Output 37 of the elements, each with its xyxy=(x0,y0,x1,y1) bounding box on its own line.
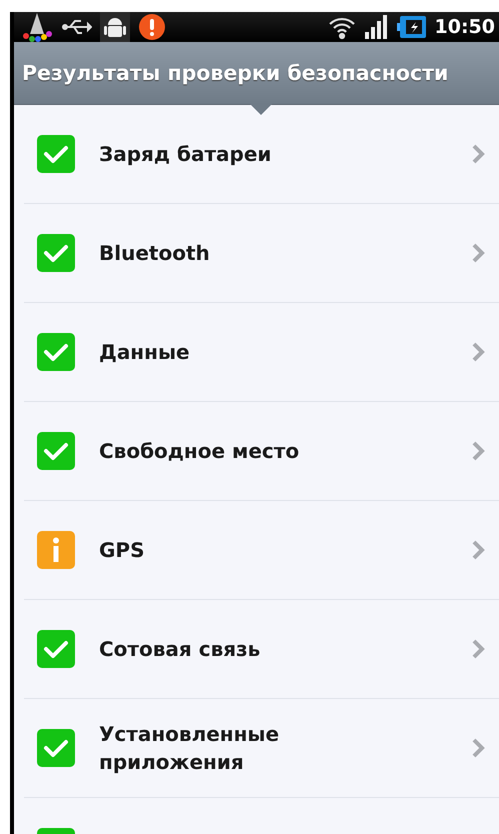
result-label: Установленные приложения xyxy=(99,721,280,776)
check-icon xyxy=(37,333,75,371)
screen-title: Результаты проверки безопасности xyxy=(21,60,450,87)
chevron-right-icon xyxy=(471,440,485,462)
result-row[interactable]: Данные xyxy=(24,303,499,402)
result-row[interactable]: Свободное место xyxy=(24,402,499,501)
check-icon xyxy=(37,234,75,272)
result-row[interactable]: Сотовая связь xyxy=(24,600,499,699)
signal-icon xyxy=(364,15,389,39)
result-row[interactable]: GPS xyxy=(24,501,499,600)
chevron-right-icon xyxy=(471,143,485,165)
info-icon xyxy=(37,531,75,569)
result-row[interactable]: Заряд батареи xyxy=(24,105,499,204)
chevron-right-icon xyxy=(471,242,485,264)
pointer-notch xyxy=(250,104,272,115)
chevron-right-icon xyxy=(471,737,485,759)
alert-icon[interactable] xyxy=(138,13,166,41)
status-time: 10:50 xyxy=(434,16,495,38)
result-row[interactable]: Bluetooth xyxy=(24,204,499,303)
check-icon xyxy=(37,432,75,470)
check-icon xyxy=(37,729,75,767)
result-label: Bluetooth xyxy=(99,240,210,267)
usb-icon[interactable] xyxy=(62,17,92,37)
app-icon[interactable] xyxy=(20,12,54,42)
check-icon xyxy=(37,630,75,668)
chevron-right-icon xyxy=(471,638,485,660)
result-label: Сотовая связь xyxy=(99,636,260,663)
result-label: Свободное место xyxy=(99,438,300,465)
check-icon xyxy=(37,135,75,173)
android-icon[interactable] xyxy=(100,12,130,42)
battery-icon xyxy=(396,15,427,39)
chevron-right-icon xyxy=(471,539,485,561)
result-label: GPS xyxy=(99,537,144,564)
result-row[interactable]: Установленные приложения xyxy=(24,699,499,798)
result-label: Данные xyxy=(99,339,190,366)
result-label: Заряд батареи xyxy=(99,141,272,168)
chevron-right-icon xyxy=(471,341,485,363)
